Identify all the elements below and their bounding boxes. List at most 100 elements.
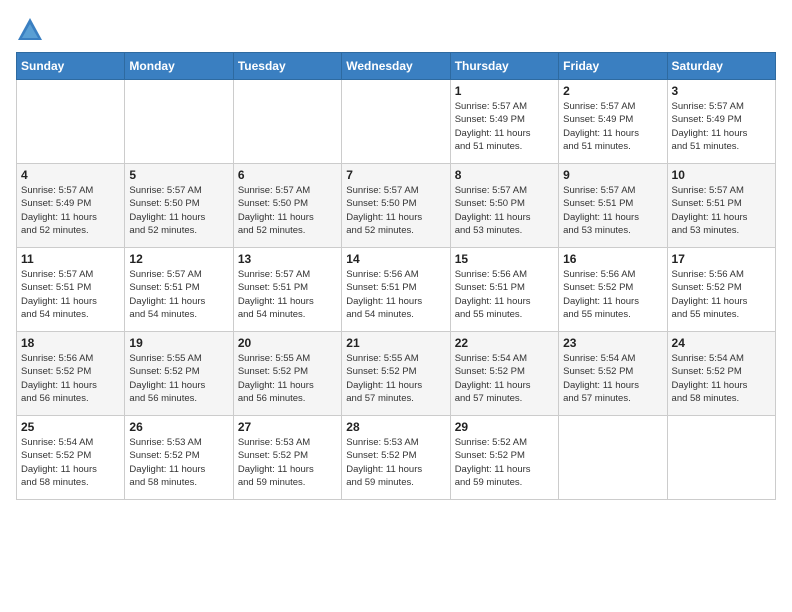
- calendar-cell: 28Sunrise: 5:53 AM Sunset: 5:52 PM Dayli…: [342, 416, 450, 500]
- calendar-table: SundayMondayTuesdayWednesdayThursdayFrid…: [16, 52, 776, 500]
- calendar-cell: [559, 416, 667, 500]
- day-info: Sunrise: 5:56 AM Sunset: 5:52 PM Dayligh…: [21, 352, 120, 405]
- calendar-cell: [125, 80, 233, 164]
- day-info: Sunrise: 5:57 AM Sunset: 5:49 PM Dayligh…: [455, 100, 554, 153]
- day-info: Sunrise: 5:57 AM Sunset: 5:51 PM Dayligh…: [563, 184, 662, 237]
- column-header-sunday: Sunday: [17, 53, 125, 80]
- calendar-cell: 23 Sunrise: 5:54 AM Sunset: 5:52 PM Dayli…: [559, 332, 667, 416]
- calendar-cell: 6Sunrise: 5:57 AM Sunset: 5:50 PM Daylig…: [233, 164, 341, 248]
- page-header: [16, 16, 776, 44]
- calendar-week-row: 18 Sunrise: 5:56 AM Sunset: 5:52 PM Dayli…: [17, 332, 776, 416]
- calendar-cell: 10 Sunrise: 5:57 AM Sunset: 5:51 PM Dayli…: [667, 164, 775, 248]
- day-info: Sunrise: 5:54 AM Sunset: 5:52 PM Dayligh…: [563, 352, 662, 405]
- day-number: 23: [563, 336, 662, 350]
- calendar-cell: 18 Sunrise: 5:56 AM Sunset: 5:52 PM Dayli…: [17, 332, 125, 416]
- column-header-saturday: Saturday: [667, 53, 775, 80]
- calendar-cell: 17 Sunrise: 5:56 AM Sunset: 5:52 PM Dayli…: [667, 248, 775, 332]
- day-info: Sunrise: 5:55 AM Sunset: 5:52 PM Dayligh…: [238, 352, 337, 405]
- day-info: Sunrise: 5:57 AM Sunset: 5:50 PM Dayligh…: [129, 184, 228, 237]
- day-info: Sunrise: 5:57 AM Sunset: 5:49 PM Dayligh…: [563, 100, 662, 153]
- day-number: 5: [129, 168, 228, 182]
- column-header-wednesday: Wednesday: [342, 53, 450, 80]
- calendar-cell: [342, 80, 450, 164]
- day-info: Sunrise: 5:56 AM Sunset: 5:52 PM Dayligh…: [672, 268, 771, 321]
- calendar-header-row: SundayMondayTuesdayWednesdayThursdayFrid…: [17, 53, 776, 80]
- calendar-cell: 9 Sunrise: 5:57 AM Sunset: 5:51 PM Daylig…: [559, 164, 667, 248]
- calendar-cell: 13Sunrise: 5:57 AM Sunset: 5:51 PM Dayli…: [233, 248, 341, 332]
- day-number: 24: [672, 336, 771, 350]
- column-header-thursday: Thursday: [450, 53, 558, 80]
- day-number: 7: [346, 168, 445, 182]
- day-info: Sunrise: 5:53 AM Sunset: 5:52 PM Dayligh…: [129, 436, 228, 489]
- day-number: 16: [563, 252, 662, 266]
- day-number: 3: [672, 84, 771, 98]
- day-info: Sunrise: 5:56 AM Sunset: 5:52 PM Dayligh…: [563, 268, 662, 321]
- calendar-cell: 11Sunrise: 5:57 AM Sunset: 5:51 PM Dayli…: [17, 248, 125, 332]
- day-info: Sunrise: 5:54 AM Sunset: 5:52 PM Dayligh…: [672, 352, 771, 405]
- calendar-cell: 26 Sunrise: 5:53 AM Sunset: 5:52 PM Dayli…: [125, 416, 233, 500]
- calendar-week-row: 1 Sunrise: 5:57 AM Sunset: 5:49 PM Daylig…: [17, 80, 776, 164]
- day-number: 26: [129, 420, 228, 434]
- day-number: 9: [563, 168, 662, 182]
- calendar-week-row: 4 Sunrise: 5:57 AM Sunset: 5:49 PM Daylig…: [17, 164, 776, 248]
- day-number: 2: [563, 84, 662, 98]
- calendar-cell: 14Sunrise: 5:56 AM Sunset: 5:51 PM Dayli…: [342, 248, 450, 332]
- day-info: Sunrise: 5:57 AM Sunset: 5:51 PM Dayligh…: [238, 268, 337, 321]
- day-info: Sunrise: 5:57 AM Sunset: 5:51 PM Dayligh…: [129, 268, 228, 321]
- calendar-cell: [233, 80, 341, 164]
- calendar-week-row: 11 Sunrise: 5:57 AM Sunset: 5:51 PM Dayli…: [17, 248, 776, 332]
- calendar-cell: 27 Sunrise: 5:53 AM Sunset: 5:52 PM Dayli…: [233, 416, 341, 500]
- calendar-cell: 19 Sunrise: 5:55 AM Sunset: 5:52 PM Dayli…: [125, 332, 233, 416]
- day-info: Sunrise: 5:55 AM Sunset: 5:52 PM Dayligh…: [346, 352, 445, 405]
- calendar-cell: [17, 80, 125, 164]
- day-info: Sunrise: 5:57 AM Sunset: 5:51 PM Dayligh…: [672, 184, 771, 237]
- day-number: 17: [672, 252, 771, 266]
- day-info: Sunrise: 5:56 AM Sunset: 5:51 PM Dayligh…: [455, 268, 554, 321]
- calendar-cell: 3 Sunrise: 5:57 AM Sunset: 5:49 PM Daylig…: [667, 80, 775, 164]
- day-info: Sunrise: 5:57 AM Sunset: 5:50 PM Dayligh…: [238, 184, 337, 237]
- calendar-week-row: 25 Sunrise: 5:54 AM Sunset: 5:52 PM Dayli…: [17, 416, 776, 500]
- day-number: 21: [346, 336, 445, 350]
- calendar-cell: 4 Sunrise: 5:57 AM Sunset: 5:49 PM Daylig…: [17, 164, 125, 248]
- calendar-cell: 16 Sunrise: 5:56 AM Sunset: 5:52 PM Dayli…: [559, 248, 667, 332]
- calendar-cell: [667, 416, 775, 500]
- calendar-cell: 2 Sunrise: 5:57 AM Sunset: 5:49 PM Daylig…: [559, 80, 667, 164]
- day-info: Sunrise: 5:55 AM Sunset: 5:52 PM Dayligh…: [129, 352, 228, 405]
- column-header-tuesday: Tuesday: [233, 53, 341, 80]
- day-number: 20: [238, 336, 337, 350]
- day-info: Sunrise: 5:57 AM Sunset: 5:49 PM Dayligh…: [672, 100, 771, 153]
- day-info: Sunrise: 5:53 AM Sunset: 5:52 PM Dayligh…: [238, 436, 337, 489]
- day-info: Sunrise: 5:54 AM Sunset: 5:52 PM Dayligh…: [21, 436, 120, 489]
- day-number: 25: [21, 420, 120, 434]
- calendar-cell: 15 Sunrise: 5:56 AM Sunset: 5:51 PM Dayli…: [450, 248, 558, 332]
- day-number: 28: [346, 420, 445, 434]
- calendar-cell: 25 Sunrise: 5:54 AM Sunset: 5:52 PM Dayli…: [17, 416, 125, 500]
- day-info: Sunrise: 5:57 AM Sunset: 5:50 PM Dayligh…: [346, 184, 445, 237]
- day-number: 4: [21, 168, 120, 182]
- day-number: 10: [672, 168, 771, 182]
- day-number: 27: [238, 420, 337, 434]
- calendar-cell: 20 Sunrise: 5:55 AM Sunset: 5:52 PM Dayli…: [233, 332, 341, 416]
- day-info: Sunrise: 5:57 AM Sunset: 5:50 PM Dayligh…: [455, 184, 554, 237]
- day-number: 12: [129, 252, 228, 266]
- day-info: Sunrise: 5:52 AM Sunset: 5:52 PM Dayligh…: [455, 436, 554, 489]
- logo-icon: [16, 16, 44, 44]
- calendar-cell: 24 Sunrise: 5:54 AM Sunset: 5:52 PM Dayli…: [667, 332, 775, 416]
- day-number: 14: [346, 252, 445, 266]
- day-number: 15: [455, 252, 554, 266]
- calendar-cell: 5 Sunrise: 5:57 AM Sunset: 5:50 PM Daylig…: [125, 164, 233, 248]
- day-number: 1: [455, 84, 554, 98]
- calendar-body: 1 Sunrise: 5:57 AM Sunset: 5:49 PM Daylig…: [17, 80, 776, 500]
- column-header-friday: Friday: [559, 53, 667, 80]
- day-number: 11: [21, 252, 120, 266]
- day-info: Sunrise: 5:57 AM Sunset: 5:49 PM Dayligh…: [21, 184, 120, 237]
- column-header-monday: Monday: [125, 53, 233, 80]
- calendar-cell: 8 Sunrise: 5:57 AM Sunset: 5:50 PM Daylig…: [450, 164, 558, 248]
- day-info: Sunrise: 5:54 AM Sunset: 5:52 PM Dayligh…: [455, 352, 554, 405]
- calendar-cell: 29Sunrise: 5:52 AM Sunset: 5:52 PM Dayli…: [450, 416, 558, 500]
- calendar-cell: 21 Sunrise: 5:55 AM Sunset: 5:52 PM Dayli…: [342, 332, 450, 416]
- day-number: 19: [129, 336, 228, 350]
- calendar-cell: 1 Sunrise: 5:57 AM Sunset: 5:49 PM Daylig…: [450, 80, 558, 164]
- day-number: 18: [21, 336, 120, 350]
- day-number: 8: [455, 168, 554, 182]
